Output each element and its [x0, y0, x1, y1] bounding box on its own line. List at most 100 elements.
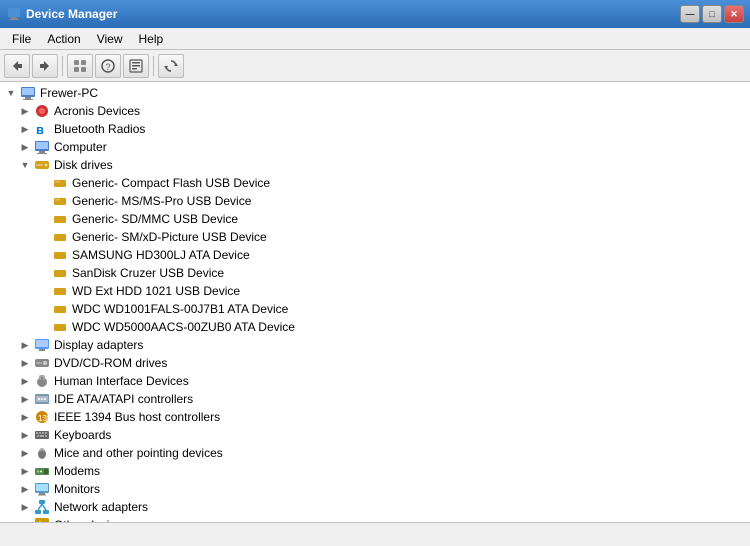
display-label: Display adapters	[52, 338, 143, 352]
back-button[interactable]	[4, 54, 30, 78]
maximize-button[interactable]: □	[702, 5, 722, 23]
tree-disk-3[interactable]: ▶ Generic- SD/MMC USB Device	[0, 210, 750, 228]
disk-item-icon-7	[52, 283, 68, 299]
menu-view[interactable]: View	[89, 30, 131, 48]
expand-bluetooth-icon: ▶	[18, 122, 32, 136]
disk-7-label: WD Ext HDD 1021 USB Device	[70, 284, 240, 298]
menu-file[interactable]: File	[4, 30, 39, 48]
disk-item-icon-8	[52, 301, 68, 317]
disk-item-icon-1	[52, 175, 68, 191]
other-devices-icon: !	[34, 517, 50, 522]
keyboard-icon	[34, 427, 50, 443]
network-label: Network adapters	[52, 500, 148, 514]
tree-keyboards[interactable]: ▶ Keyboards	[0, 426, 750, 444]
disk-2-label: Generic- MS/MS-Pro USB Device	[70, 194, 251, 208]
expand-ide-icon: ▶	[18, 392, 32, 406]
menu-bar: File Action View Help	[0, 28, 750, 50]
tree-disk-6[interactable]: ▶ SanDisk Cruzer USB Device	[0, 264, 750, 282]
disk-1-label: Generic- Compact Flash USB Device	[70, 176, 270, 190]
display-icon	[34, 337, 50, 353]
dvd-icon	[34, 355, 50, 371]
expand-disk-icon: ▼	[18, 158, 32, 172]
tree-hid[interactable]: ▶ Human Interface Devices	[0, 372, 750, 390]
root-label: Frewer-PC	[38, 86, 98, 100]
tree-disk-2[interactable]: ▶ Generic- MS/MS-Pro USB Device	[0, 192, 750, 210]
menu-action[interactable]: Action	[39, 30, 88, 48]
help-button[interactable]: ?	[95, 54, 121, 78]
disk-6-label: SanDisk Cruzer USB Device	[70, 266, 224, 280]
tree-dvd[interactable]: ▶ DVD/CD-ROM drives	[0, 354, 750, 372]
main-area: ▼ Frewer-PC ▶ Acronis Devices	[0, 82, 750, 522]
tree-bluetooth[interactable]: ▶ ʙ Bluetooth Radios	[0, 120, 750, 138]
computer-icon	[20, 85, 36, 101]
tree-disk-5[interactable]: ▶ SAMSUNG HD300LJ ATA Device	[0, 246, 750, 264]
network-icon	[34, 499, 50, 515]
window-title: Device Manager	[26, 7, 680, 21]
svg-text:ʙ: ʙ	[36, 122, 44, 137]
expand-acronis-icon: ▶	[18, 104, 32, 118]
expand-computer-icon: ▶	[18, 140, 32, 154]
disk-item-icon-2	[52, 193, 68, 209]
mice-label: Mice and other pointing devices	[52, 446, 223, 460]
tree-network[interactable]: ▶ Network adapters	[0, 498, 750, 516]
tree-display[interactable]: ▶ Display adapters	[0, 336, 750, 354]
expand-hid-icon: ▶	[18, 374, 32, 388]
app-icon	[6, 6, 22, 22]
toolbar-separator-2	[153, 56, 154, 76]
hid-label: Human Interface Devices	[52, 374, 189, 388]
acronis-label: Acronis Devices	[52, 104, 140, 118]
menu-help[interactable]: Help	[131, 30, 172, 48]
minimize-button[interactable]: —	[680, 5, 700, 23]
disk-drives-icon	[34, 157, 50, 173]
device-tree[interactable]: ▼ Frewer-PC ▶ Acronis Devices	[0, 82, 750, 522]
disk-4-label: Generic- SM/xD-Picture USB Device	[70, 230, 267, 244]
disk-3-label: Generic- SD/MMC USB Device	[70, 212, 238, 226]
tree-acronis[interactable]: ▶ Acronis Devices	[0, 102, 750, 120]
tree-ide[interactable]: ▶ IDE ATA/ATAPI controllers	[0, 390, 750, 408]
ide-label: IDE ATA/ATAPI controllers	[52, 392, 193, 406]
disk-item-icon-9	[52, 319, 68, 335]
window-controls: — □ ✕	[680, 5, 744, 23]
tree-computer[interactable]: ▶ Computer	[0, 138, 750, 156]
view-icon-button[interactable]	[67, 54, 93, 78]
expand-dvd-icon: ▶	[18, 356, 32, 370]
properties-button[interactable]	[123, 54, 149, 78]
close-button[interactable]: ✕	[724, 5, 744, 23]
modems-label: Modems	[52, 464, 100, 478]
tree-disk-4[interactable]: ▶ Generic- SM/xD-Picture USB Device	[0, 228, 750, 246]
tree-disk-1[interactable]: ▶ Generic- Compact Flash USB Device	[0, 174, 750, 192]
disk-item-icon-4	[52, 229, 68, 245]
tree-root[interactable]: ▼ Frewer-PC	[0, 84, 750, 102]
tree-modems[interactable]: ▶ Modems	[0, 462, 750, 480]
disk-item-icon-3	[52, 211, 68, 227]
modem-icon	[34, 463, 50, 479]
tree-disk-9[interactable]: ▶ WDC WD5000AACS-00ZUB0 ATA Device	[0, 318, 750, 336]
forward-button[interactable]	[32, 54, 58, 78]
other-label: Other devices	[52, 518, 128, 522]
title-bar: Device Manager — □ ✕	[0, 0, 750, 28]
acronis-icon	[34, 103, 50, 119]
tree-mice[interactable]: ▶ Mice and other pointing devices	[0, 444, 750, 462]
svg-text:?: ?	[105, 62, 110, 72]
monitor-icon	[34, 481, 50, 497]
tree-monitors[interactable]: ▶ Monitors	[0, 480, 750, 498]
disk-5-label: SAMSUNG HD300LJ ATA Device	[70, 248, 250, 262]
disk-drives-label: Disk drives	[52, 158, 113, 172]
tree-disk-drives[interactable]: ▼ Disk drives	[0, 156, 750, 174]
refresh-button[interactable]	[158, 54, 184, 78]
tree-disk-8[interactable]: ▶ WDC WD1001FALS-00J7B1 ATA Device	[0, 300, 750, 318]
expand-modems-icon: ▶	[18, 464, 32, 478]
dvd-label: DVD/CD-ROM drives	[52, 356, 167, 370]
disk-item-icon-6	[52, 265, 68, 281]
disk-9-label: WDC WD5000AACS-00ZUB0 ATA Device	[70, 320, 295, 334]
expand-monitors-icon: ▶	[18, 482, 32, 496]
tree-disk-7[interactable]: ▶ WD Ext HDD 1021 USB Device	[0, 282, 750, 300]
ide-icon	[34, 391, 50, 407]
keyboards-label: Keyboards	[52, 428, 111, 442]
tree-ieee[interactable]: ▶ 1394 IEEE 1394 Bus host controllers	[0, 408, 750, 426]
disk-8-label: WDC WD1001FALS-00J7B1 ATA Device	[70, 302, 288, 316]
hid-icon	[34, 373, 50, 389]
tree-other[interactable]: ▼ ! Other devices	[0, 516, 750, 522]
status-bar	[0, 522, 750, 546]
bluetooth-icon: ʙ	[34, 121, 50, 137]
